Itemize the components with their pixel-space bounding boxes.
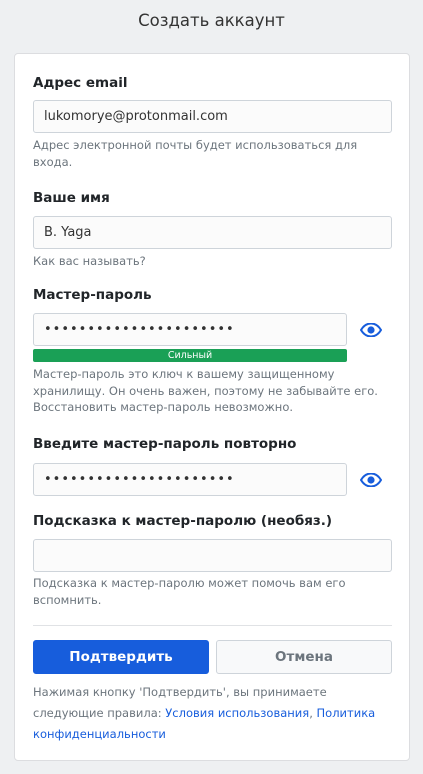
terms-separator: , (309, 706, 317, 720)
window-title: Создать аккаунт (138, 10, 285, 30)
password-strength-label: Сильный (167, 350, 213, 361)
master-password-label: Мастер-пароль (33, 287, 152, 303)
terms-of-service-link[interactable]: Условия использования (165, 706, 309, 720)
email-label: Адрес email (33, 75, 128, 91)
master-password-field[interactable]: •••••••••••••••••••••• (33, 313, 347, 346)
submit-button[interactable]: Подтвердить (33, 640, 209, 674)
email-help-text: Адрес электронной почты будет использова… (33, 138, 358, 169)
password-hint-help-text: Подсказка к мастер-паролю может помочь в… (33, 576, 346, 607)
master-password-help-text: Мастер-пароль это ключ к вашему защищенн… (33, 367, 378, 414)
divider (33, 625, 392, 626)
eye-icon[interactable] (359, 321, 383, 339)
confirm-password-field[interactable]: •••••••••••••••••••••• (33, 463, 347, 496)
name-field[interactable]: B. Yaga (33, 216, 392, 249)
email-field[interactable]: lukomorye@protonmail.com (33, 100, 392, 133)
eye-icon[interactable] (359, 471, 383, 489)
create-account-form: Адрес email lukomorye@protonmail.com Адр… (14, 53, 410, 761)
cancel-button[interactable]: Отмена (216, 640, 392, 674)
password-strength-bar: Сильный (33, 349, 347, 362)
password-hint-label: Подсказка к мастер-паролю (необяз.) (33, 513, 333, 529)
name-label: Ваше имя (33, 190, 110, 206)
confirm-password-label: Введите мастер-пароль повторно (33, 436, 297, 452)
terms-notice: Нажимая кнопку 'Подтвердить', вы принима… (33, 682, 393, 745)
name-help-text: Как вас называть? (33, 254, 146, 268)
title-bar: Создать аккаунт (0, 0, 423, 40)
password-hint-field[interactable] (33, 539, 392, 572)
